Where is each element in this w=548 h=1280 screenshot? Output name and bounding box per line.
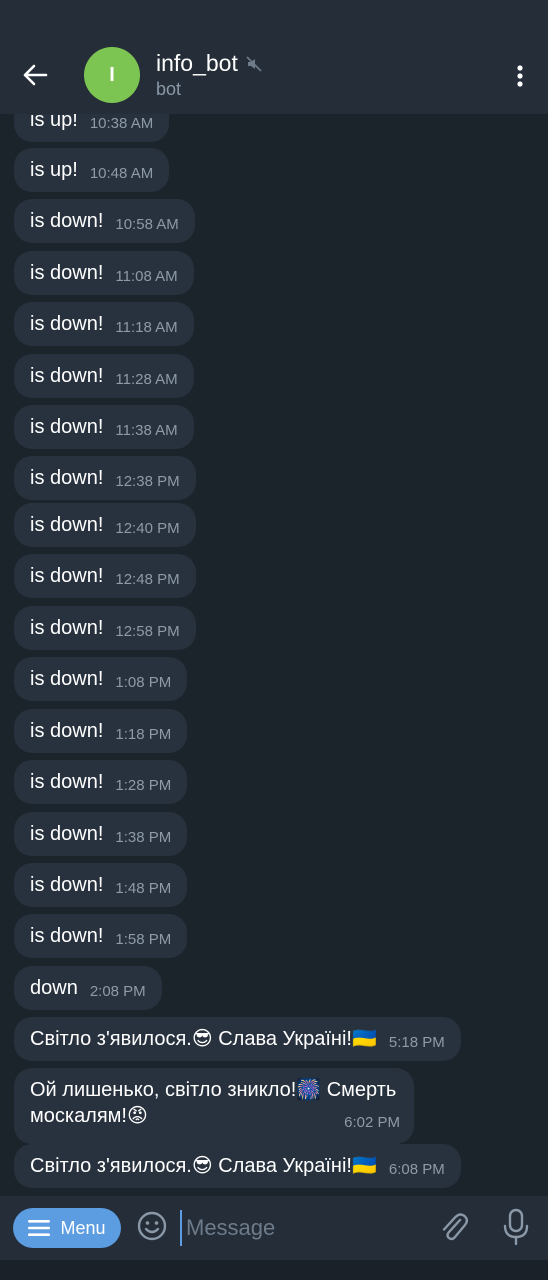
message-input[interactable] — [180, 1210, 428, 1246]
message-text: is down! — [30, 925, 104, 947]
message-bubble[interactable]: Світло з'явилося.😎 Слава Україні!🇺🇦 5:18 … — [14, 1017, 461, 1061]
message-time: 6:02 PM — [344, 1114, 400, 1131]
message-text: is down! — [30, 262, 104, 284]
message-text: is down! — [30, 874, 104, 896]
message-bubble[interactable]: is down! 12:40 PM — [14, 503, 196, 547]
navigation-bar — [0, 1260, 548, 1280]
chat-subtitle: bot — [156, 79, 182, 99]
message-text: is down! — [30, 514, 104, 536]
message-text: is down! — [30, 210, 104, 232]
message-time: 12:48 PM — [115, 571, 180, 588]
message-text: is down! — [30, 617, 104, 639]
message-time: 11:28 AM — [115, 371, 178, 388]
message-text: is down! — [30, 467, 104, 489]
message-time: 10:58 AM — [115, 216, 179, 233]
paperclip-icon[interactable] — [438, 1210, 468, 1244]
message-time: 1:48 PM — [115, 880, 172, 897]
message-text: down — [30, 977, 78, 999]
message-bubble[interactable]: is down! 11:08 AM — [14, 251, 194, 295]
message-bubble[interactable]: is down! 1:48 PM — [14, 863, 188, 907]
back-button[interactable] — [0, 36, 70, 114]
message-bubble[interactable]: is down! 12:48 PM — [14, 554, 196, 598]
avatar[interactable]: I — [84, 47, 140, 103]
message-time: 12:40 PM — [115, 520, 180, 537]
message-text: is up! — [30, 114, 78, 131]
message-bubble[interactable]: is down! 11:18 AM — [14, 302, 194, 346]
message-bubble[interactable]: is up! 10:48 AM — [14, 148, 170, 192]
message-composer: Menu — [0, 1196, 548, 1260]
message-bubble[interactable]: is down! 1:58 PM — [14, 914, 188, 958]
message-time: 11:38 AM — [115, 422, 178, 439]
message-bubble[interactable]: down 2:08 PM — [14, 966, 162, 1010]
message-bubble[interactable]: is down! 11:38 AM — [14, 405, 194, 449]
chat-title: info_bot — [156, 50, 238, 76]
message-time: 5:18 PM — [388, 1034, 445, 1051]
message-bubble[interactable]: is down! 1:38 PM — [14, 812, 188, 856]
message-time: 1:38 PM — [115, 829, 172, 846]
message-time: 1:08 PM — [115, 674, 172, 691]
message-text: is down! — [30, 565, 104, 587]
message-text: is down! — [30, 365, 104, 387]
message-bubble[interactable]: is up! 10:38 AM — [14, 114, 170, 142]
message-bubble[interactable]: is down! 1:08 PM — [14, 657, 188, 701]
message-text: Світло з'явилося.😎 Слава Україні!🇺🇦 — [30, 1028, 377, 1050]
more-options-icon[interactable] — [510, 64, 530, 88]
message-bubble[interactable]: is down! 12:58 PM — [14, 606, 196, 650]
message-text: is down! — [30, 416, 104, 438]
message-text: is down! — [30, 823, 104, 845]
message-bubble[interactable]: is down! 1:18 PM — [14, 709, 188, 753]
message-text: is down! — [30, 720, 104, 742]
message-bubble[interactable]: Ой лишенько, світло зникло!🎆 Смерть моск… — [14, 1068, 414, 1144]
message-list[interactable]: is up! 10:38 AM is up! 10:48 AM is down! 10… — [0, 114, 548, 1196]
avatar-letter: I — [109, 63, 115, 86]
message-time: 2:08 PM — [89, 983, 146, 1000]
menu-button-label: Menu — [60, 1217, 106, 1238]
message-time: 6:08 PM — [388, 1161, 445, 1178]
message-text: is up! — [30, 159, 78, 181]
message-bubble[interactable]: is down! 10:58 AM — [14, 199, 195, 243]
message-time: 10:38 AM — [89, 115, 154, 132]
message-text: is down! — [30, 771, 104, 793]
muted-speaker-icon — [246, 55, 262, 72]
message-time: 1:28 PM — [115, 777, 172, 794]
bot-menu-button[interactable]: Menu — [13, 1208, 121, 1248]
message-time: 11:18 AM — [115, 319, 178, 336]
emoji-icon[interactable] — [136, 1210, 168, 1242]
message-time: 10:48 AM — [89, 165, 154, 182]
microphone-icon[interactable] — [502, 1208, 530, 1246]
back-arrow-icon — [23, 64, 48, 86]
message-text: Світло з'явилося.😎 Слава Україні!🇺🇦 — [30, 1155, 377, 1177]
message-text: is down! — [30, 668, 104, 690]
message-time: 12:38 PM — [115, 473, 180, 490]
hamburger-icon — [28, 1220, 51, 1236]
message-time: 1:18 PM — [115, 726, 172, 743]
message-bubble[interactable]: is down! 12:38 PM — [14, 456, 196, 500]
message-time: 11:08 AM — [115, 268, 178, 285]
message-bubble[interactable]: is down! 11:28 AM — [14, 354, 194, 398]
message-text: is down! — [30, 313, 104, 335]
chat-header: I info_bot bot — [0, 36, 548, 114]
chat-title-block[interactable]: info_bot bot — [156, 50, 262, 100]
status-bar — [0, 0, 548, 36]
message-time: 1:58 PM — [115, 931, 172, 948]
message-bubble[interactable]: Світло з'явилося.😎 Слава Україні!🇺🇦 6:08 … — [14, 1144, 461, 1188]
message-time: 12:58 PM — [115, 623, 180, 640]
message-bubble[interactable]: is down! 1:28 PM — [14, 760, 188, 804]
